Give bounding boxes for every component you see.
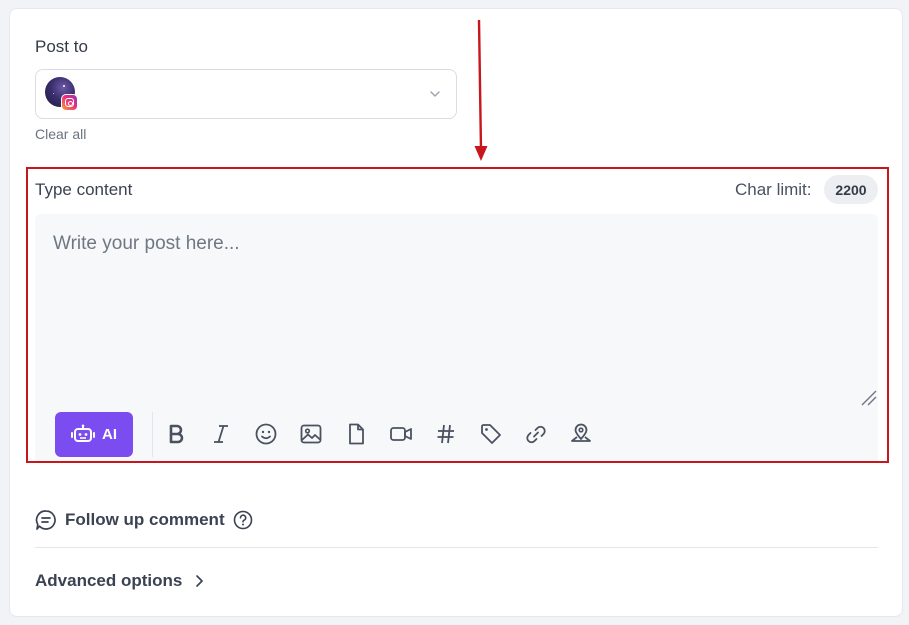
chevron-right-icon	[196, 575, 204, 587]
comment-icon	[35, 510, 56, 530]
account-select[interactable]	[35, 69, 457, 119]
annotation-highlight-box	[26, 167, 889, 463]
follow-up-comment-toggle[interactable]: Follow up comment	[35, 508, 253, 532]
annotation-arrow	[474, 19, 488, 161]
section-divider	[35, 547, 878, 548]
clear-all-link[interactable]: Clear all	[35, 126, 86, 142]
advanced-options-label: Advanced options	[35, 571, 183, 590]
instagram-icon	[61, 94, 78, 111]
chevron-down-icon	[430, 91, 440, 97]
post-to-label: Post to	[35, 37, 88, 56]
follow-up-comment-label: Follow up comment	[65, 510, 225, 529]
help-icon[interactable]	[233, 510, 253, 530]
advanced-options-toggle[interactable]: Advanced options	[35, 570, 204, 592]
